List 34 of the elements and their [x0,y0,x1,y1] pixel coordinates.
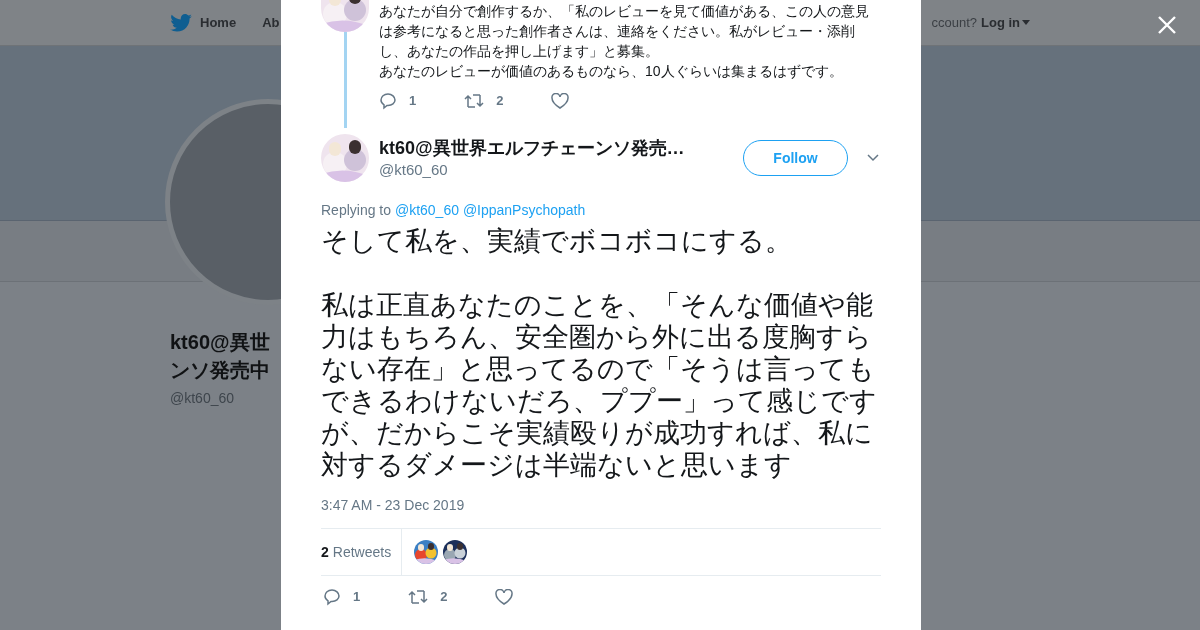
retweet-count[interactable]: 2 Retweets [321,529,403,575]
account-prompt: ccount? [931,13,977,32]
login-button[interactable]: Log in [981,12,1030,33]
tweet-timestamp: 3:47 AM - 23 Dec 2019 [321,496,466,515]
heart-icon [551,92,570,109]
close-icon [1157,15,1176,34]
like-button[interactable] [551,92,570,109]
profile-name: kt60@異世 [170,330,270,355]
reply-icon [379,91,397,110]
caret-icon [1022,20,1030,25]
reply-button[interactable]: 1 [379,91,417,111]
nav-link[interactable]: Home [200,12,237,33]
retweet-button[interactable]: 2 [464,91,504,111]
replying-to-text: Replying to @kt60_60 @IppanPsychopath [321,201,587,220]
profile-name: ンソ発売中 [170,358,270,383]
reply-icon [323,587,341,606]
tweet-text: あなたのレビューが価値のあるものなら、10人ぐらいは集まるはずです。 [379,62,844,81]
tweet-text: 私は正直あなたのことを、「そんな価値や能力はもちろん、安全圏から外に出る度胸すらない存在」と思ってるので「そうは言ってもできるわけないだろ、ププー」って感じですが、だからこそ実績殴りが成功すれば、私に対するダメージは半端ないと思います [321,289,878,481]
mention-link[interactable]: @kt60_60 [394,202,459,218]
tweet-text: あなたが自分で創作するか、「私のレビューを見て価値がある、この人の意見は参考になると思った創作者さんは、連絡をください。私がレビュー・添削し、あなたの作品を押し上げます」と募集。 [379,2,870,61]
nav-link[interactable]: Ab [262,12,280,33]
tweet-text: そして私を、実績でボコボコにする。 [321,225,793,257]
author-name[interactable]: kt60@異世界エルフチェーンソ発売… [379,136,685,160]
bird-icon [170,13,192,32]
heart-icon [495,588,514,605]
profile-handle: @kt60_60 [170,389,235,408]
retweet-icon [408,588,429,605]
retweet-button[interactable]: 2 [408,587,448,607]
chevron-down-icon[interactable] [867,154,879,162]
author-handle[interactable]: @kt60_60 [379,160,685,180]
retweet-icon [464,92,485,109]
mention-link[interactable]: @IppanPsychopath [462,202,586,218]
like-button[interactable] [495,588,514,605]
reply-button[interactable]: 1 [323,587,361,607]
